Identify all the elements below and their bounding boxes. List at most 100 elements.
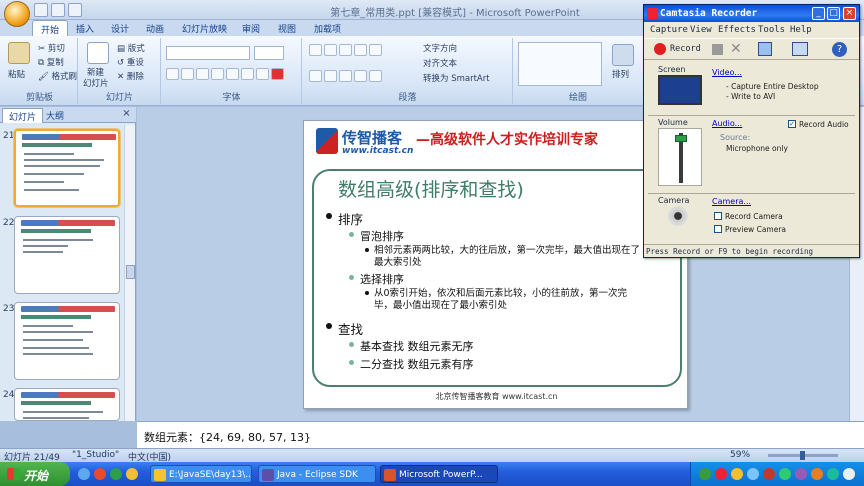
- underline-icon[interactable]: [196, 68, 209, 80]
- delete-icon[interactable]: ✕: [730, 41, 742, 57]
- strikethrough-icon[interactable]: [211, 68, 224, 80]
- align-text-button[interactable]: 对齐文本: [423, 57, 457, 69]
- format-painter-button[interactable]: 🖌 格式刷: [38, 70, 77, 82]
- change-case-icon[interactable]: [256, 68, 269, 80]
- delete-button[interactable]: ✕ 删除: [117, 70, 144, 82]
- webcam-icon[interactable]: [668, 206, 688, 226]
- slide-thumbnail-24[interactable]: [14, 388, 120, 421]
- font-color-icon[interactable]: [271, 68, 284, 80]
- menu-capture[interactable]: Capture: [650, 25, 688, 35]
- maximize-icon[interactable]: □: [827, 7, 840, 20]
- record-button[interactable]: Record: [670, 44, 701, 54]
- reset-button[interactable]: ↺ 重设: [117, 56, 144, 68]
- align-center-icon[interactable]: [324, 70, 337, 82]
- numbering-icon[interactable]: [324, 44, 337, 56]
- tray-icon[interactable]: [699, 468, 711, 480]
- notes-text[interactable]: 数组元素：{24, 69, 80, 57, 13}: [144, 429, 311, 445]
- panel-scrollbar[interactable]: [124, 125, 135, 421]
- slide-thumbnail-23[interactable]: [14, 302, 120, 380]
- bullet-sort[interactable]: 排序: [326, 209, 363, 228]
- tab-slides[interactable]: 幻灯片: [2, 108, 44, 123]
- align-left-icon[interactable]: [309, 70, 322, 82]
- quicklaunch-icon[interactable]: [110, 468, 122, 480]
- preview-camera-checkbox[interactable]: [714, 225, 722, 233]
- italic-icon[interactable]: [181, 68, 194, 80]
- arrange-icon[interactable]: [612, 44, 634, 66]
- bullets-icon[interactable]: [309, 44, 322, 56]
- align-right-icon[interactable]: [339, 70, 352, 82]
- office-button[interactable]: [4, 1, 30, 27]
- quicklaunch-icon[interactable]: [126, 468, 138, 480]
- start-button[interactable]: 开始: [0, 462, 70, 486]
- screen-region-icon[interactable]: [758, 42, 772, 56]
- bullet-search[interactable]: 查找: [326, 319, 363, 338]
- tab-home[interactable]: 开始: [32, 20, 69, 36]
- volume-slider-handle[interactable]: [675, 135, 687, 142]
- undo-icon[interactable]: [51, 3, 65, 17]
- close-icon[interactable]: ×: [121, 109, 132, 120]
- menu-help[interactable]: Help: [790, 25, 812, 35]
- layout-button[interactable]: ▤ 版式: [117, 42, 145, 54]
- new-slide-label-2[interactable]: 幻灯片: [83, 77, 109, 89]
- tray-icon[interactable]: [747, 468, 759, 480]
- tab-addins[interactable]: 加载项: [306, 20, 349, 36]
- bold-icon[interactable]: [166, 68, 179, 80]
- panel-scroll-thumb[interactable]: [126, 265, 135, 279]
- tab-view[interactable]: 视图: [270, 20, 304, 36]
- cut-button[interactable]: ✂ 剪切: [38, 42, 65, 54]
- spacing-icon[interactable]: [241, 68, 254, 80]
- justify-icon[interactable]: [354, 70, 367, 82]
- slide-thumbnail-22[interactable]: [14, 216, 120, 294]
- copy-button[interactable]: ⧉ 复制: [38, 56, 64, 68]
- minimize-icon[interactable]: _: [812, 7, 825, 20]
- increase-indent-icon[interactable]: [354, 44, 367, 56]
- stop-icon[interactable]: [712, 44, 723, 55]
- monitor-icon[interactable]: [658, 75, 702, 105]
- tray-icon[interactable]: [843, 468, 855, 480]
- decrease-indent-icon[interactable]: [339, 44, 352, 56]
- task-explorer[interactable]: E:\JavaSE\day13\...: [150, 465, 252, 483]
- smartart-button[interactable]: 转换为 SmartArt: [423, 72, 490, 84]
- capture-mode-icon[interactable]: [792, 42, 808, 56]
- tab-outline[interactable]: 大纲: [40, 108, 70, 123]
- columns-icon[interactable]: [369, 70, 382, 82]
- record-audio-checkbox[interactable]: ✓: [788, 120, 796, 128]
- task-eclipse[interactable]: Java - Eclipse SDK: [258, 465, 376, 483]
- record-camera-checkbox[interactable]: [714, 212, 722, 220]
- menu-effects[interactable]: Effects: [718, 25, 756, 35]
- tray-icon[interactable]: [795, 468, 807, 480]
- tray-icon[interactable]: [827, 468, 839, 480]
- bullet-binary-search[interactable]: 二分查找 数组元素有序: [349, 356, 474, 372]
- notes-pane[interactable]: 数组元素：{24, 69, 80, 57, 13}: [137, 421, 864, 448]
- tray-icon[interactable]: [731, 468, 743, 480]
- bullet-selection[interactable]: 选择排序: [349, 271, 404, 287]
- tab-review[interactable]: 审阅: [234, 20, 268, 36]
- shapes-gallery[interactable]: [518, 42, 602, 86]
- line-spacing-icon[interactable]: [369, 44, 382, 56]
- new-slide-icon[interactable]: [87, 42, 109, 64]
- bullet-selection-desc[interactable]: 从0索引开始，依次和后面元素比较，小的往前放，第一次完毕，最小值出现在了最小索引…: [365, 288, 644, 312]
- tab-slideshow[interactable]: 幻灯片放映: [174, 20, 235, 36]
- help-icon[interactable]: ?: [832, 42, 847, 57]
- tab-insert[interactable]: 插入: [68, 20, 102, 36]
- shadow-icon[interactable]: [226, 68, 239, 80]
- bullet-bubble-desc[interactable]: 相邻元素两两比较，大的往后放，第一次完毕，最大值出现在了最大索引处: [365, 245, 644, 269]
- tab-design[interactable]: 设计: [103, 20, 137, 36]
- camera-settings-link[interactable]: Camera...: [712, 197, 751, 206]
- save-icon[interactable]: [34, 3, 48, 17]
- tray-icon[interactable]: [715, 468, 727, 480]
- video-settings-link[interactable]: Video...: [712, 68, 742, 77]
- redo-icon[interactable]: [68, 3, 82, 17]
- quicklaunch-icon[interactable]: [78, 468, 90, 480]
- tray-icon[interactable]: [779, 468, 791, 480]
- font-name-combo[interactable]: [166, 46, 250, 60]
- quicklaunch-icon[interactable]: [94, 468, 106, 480]
- menu-tools[interactable]: Tools: [758, 25, 785, 35]
- font-size-combo[interactable]: [254, 46, 284, 60]
- close-icon[interactable]: ×: [843, 7, 856, 20]
- slide-title[interactable]: 数组高级(排序和查找): [338, 175, 524, 202]
- tab-animation[interactable]: 动画: [138, 20, 172, 36]
- audio-settings-link[interactable]: Audio...: [712, 119, 742, 128]
- tray-icon[interactable]: [811, 468, 823, 480]
- bullet-basic-search[interactable]: 基本查找 数组元素无序: [349, 338, 474, 354]
